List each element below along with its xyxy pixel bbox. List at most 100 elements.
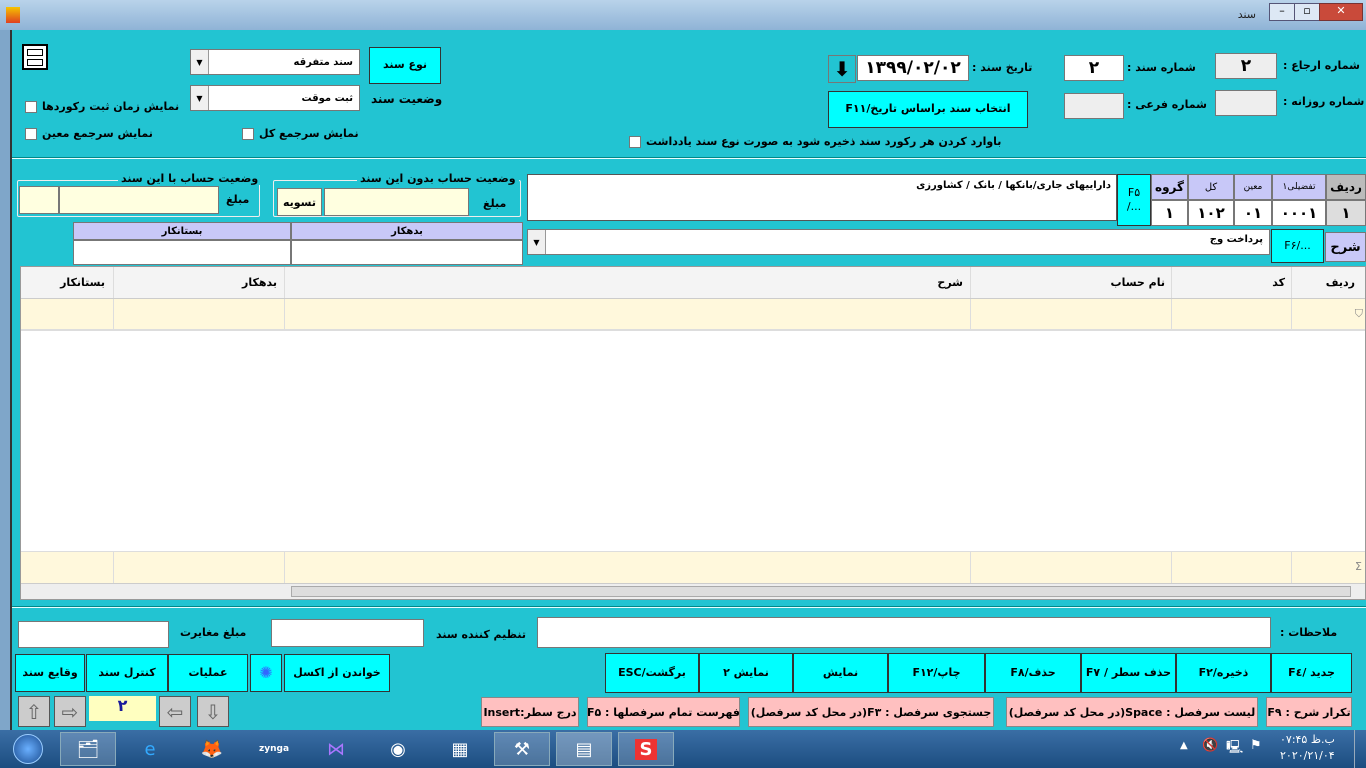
daily-number-label: شماره روزانه :: [1283, 95, 1365, 108]
horizontal-scrollbar[interactable]: [21, 583, 1365, 599]
description-value: پرداخت وج: [1209, 234, 1263, 245]
account-lookup-button[interactable]: F۵ .../: [1117, 174, 1151, 226]
chevron-down-icon: ▼: [191, 86, 209, 110]
save-note-checkbox[interactable]: [629, 136, 641, 148]
taskbar: 🗂 e 🦊 zynga ⋈ ◉ ▦ ⚒ ▤ S ▲ 🔇 🖳 ⚑ ب.ظ ۰۷:۴…: [0, 730, 1366, 768]
group-input[interactable]: ۱: [1151, 200, 1188, 226]
minimize-button[interactable]: –: [1269, 3, 1295, 21]
arrow-left-icon[interactable]: ⇦: [159, 696, 191, 727]
kol-input[interactable]: ۱۰۲: [1188, 200, 1234, 226]
cabinet-icon[interactable]: [22, 44, 48, 70]
doc-date-label: تاریخ سند :: [972, 61, 1033, 74]
entries-grid[interactable]: ردیف کد نام حساب شرح بدهکار بستانکار ⛉ Σ: [20, 266, 1366, 600]
select-by-date-button[interactable]: انتخاب سند براساس تاریخ/F۱۱: [828, 91, 1028, 128]
difference-input[interactable]: [18, 621, 169, 648]
doc-number-input[interactable]: ۲: [1064, 55, 1124, 81]
save-button[interactable]: ذخیره/F۲: [1176, 653, 1271, 693]
filter-icon[interactable]: ⛉: [1355, 307, 1363, 321]
zynga-icon[interactable]: zynga: [246, 732, 302, 766]
show-sub-sum-label: نمایش سرجمع معین: [42, 127, 153, 140]
status-with-doc-title: وضعیت حساب با این سند: [118, 172, 262, 185]
description-input[interactable]: پرداخت وج ▼: [527, 229, 1270, 255]
maximize-button[interactable]: ▫: [1294, 3, 1320, 21]
col-code[interactable]: کد: [1272, 276, 1285, 289]
show-sub-sum-checkbox[interactable]: [25, 128, 37, 140]
doc-type-select[interactable]: سند متفرقه ▼: [190, 49, 360, 75]
internet-explorer-icon[interactable]: e: [122, 732, 178, 766]
ref-number-label: شماره ارجاع :: [1283, 59, 1360, 72]
doc-status-label: وضعیت سند: [371, 92, 443, 106]
action-center-flag-icon[interactable]: ⚑: [1250, 738, 1262, 753]
clock-time[interactable]: ب.ظ ۰۷:۴۵: [1280, 733, 1335, 746]
new-button[interactable]: جدید /F٤: [1271, 653, 1352, 693]
col-credit[interactable]: بستانکار: [60, 276, 105, 289]
show-record-time-label: نمایش زمان ثبت رکوردها: [42, 100, 180, 113]
app-icon[interactable]: ▤: [556, 732, 612, 766]
doc-events-button[interactable]: وقایع سند: [15, 654, 85, 692]
app-icon: [6, 7, 20, 23]
doc-status-value: ثبت موقت: [301, 92, 354, 104]
hint-repeat-desc: تکرار شرح : F۹: [1266, 697, 1352, 727]
filter-row[interactable]: ⛉: [21, 299, 1365, 331]
show-record-time-checkbox[interactable]: [25, 101, 37, 113]
delete-button[interactable]: حذف/F۸: [985, 653, 1081, 693]
credit-value: [73, 240, 291, 265]
clock-date[interactable]: ۲۰۲۰/۲۱/۰۴: [1280, 749, 1335, 762]
start-button[interactable]: [4, 732, 52, 766]
col-debit[interactable]: بدهکار: [242, 276, 277, 289]
col-row[interactable]: ردیف: [1326, 276, 1355, 289]
sub-number-input[interactable]: [1064, 93, 1124, 119]
divider: [12, 157, 1366, 159]
show-desktop-button[interactable]: [1354, 730, 1366, 768]
sub-number-label: شماره فرعی :: [1127, 98, 1207, 111]
description-lookup-button[interactable]: .../F۶: [1271, 229, 1324, 263]
show-hidden-icons[interactable]: ▲: [1180, 740, 1188, 751]
debit-value: [291, 240, 523, 265]
tools-icon[interactable]: ⚒: [494, 732, 550, 766]
network-icon[interactable]: 🖳: [1226, 738, 1243, 760]
import-excel-button[interactable]: خواندن از اکسل: [284, 654, 390, 692]
moein-input[interactable]: ۰۱: [1234, 200, 1272, 226]
title-bar: سند – ▫ ✕: [0, 0, 1366, 30]
chrome-icon[interactable]: ◉: [370, 732, 426, 766]
view2-button[interactable]: نمایش ۲: [699, 653, 793, 693]
chevron-down-icon: ▼: [528, 230, 546, 254]
gear-icon[interactable]: ✺: [250, 654, 282, 692]
calculator-icon[interactable]: ▦: [432, 732, 488, 766]
print-button[interactable]: چاپ/F۱۲: [888, 653, 985, 693]
file-explorer-icon[interactable]: 🗂: [60, 732, 116, 766]
arrow-down-icon[interactable]: ⇩: [197, 696, 229, 727]
firefox-icon[interactable]: 🦊: [184, 732, 240, 766]
close-button[interactable]: ✕: [1319, 3, 1363, 21]
f5-label: F۵: [1127, 185, 1141, 199]
col-account-name[interactable]: نام حساب: [1111, 276, 1165, 289]
col-description[interactable]: شرح: [937, 276, 963, 289]
doc-status-select[interactable]: ثبت موقت ▼: [190, 85, 360, 111]
detail1-input[interactable]: ۰۰۰۱: [1272, 200, 1326, 226]
back-button[interactable]: برگشت/ESC: [605, 653, 699, 693]
volume-muted-icon[interactable]: 🔇: [1202, 738, 1218, 753]
operations-button[interactable]: عملیات: [168, 654, 248, 692]
view-button[interactable]: نمایش: [793, 653, 888, 693]
visual-studio-icon[interactable]: ⋈: [308, 732, 364, 766]
amount-label: مبلغ: [483, 197, 507, 210]
notes-input[interactable]: [537, 617, 1271, 648]
doc-date-input[interactable]: ۱۳۹۹/۰۲/۰۲: [857, 55, 969, 81]
notes-label: ملاحظات :: [1280, 626, 1338, 639]
amount-label: مبلغ: [226, 193, 250, 206]
ref-number-input[interactable]: ۲: [1215, 53, 1277, 79]
delete-row-button[interactable]: حذف سطر / F۷: [1081, 653, 1176, 693]
scrollbar-thumb[interactable]: [291, 586, 1351, 597]
doc-control-button[interactable]: کنترل سند: [86, 654, 168, 692]
s-app-icon[interactable]: S: [618, 732, 674, 766]
creator-input[interactable]: [271, 619, 424, 647]
daily-number-input[interactable]: [1215, 90, 1277, 116]
arrow-down-icon[interactable]: ⬇: [828, 55, 856, 83]
show-total-sum-checkbox[interactable]: [242, 128, 254, 140]
hint-all-accounts: فهرست تمام سرفصلها : F۵: [587, 697, 740, 727]
status-without-doc-title: وضعیت حساب بدون این سند: [357, 172, 519, 185]
arrow-up-icon[interactable]: ⇧: [18, 696, 50, 727]
doc-type-button[interactable]: نوع سند: [369, 47, 441, 84]
without-doc-amount-field: [324, 188, 469, 216]
arrow-right-icon[interactable]: ⇨: [54, 696, 86, 727]
